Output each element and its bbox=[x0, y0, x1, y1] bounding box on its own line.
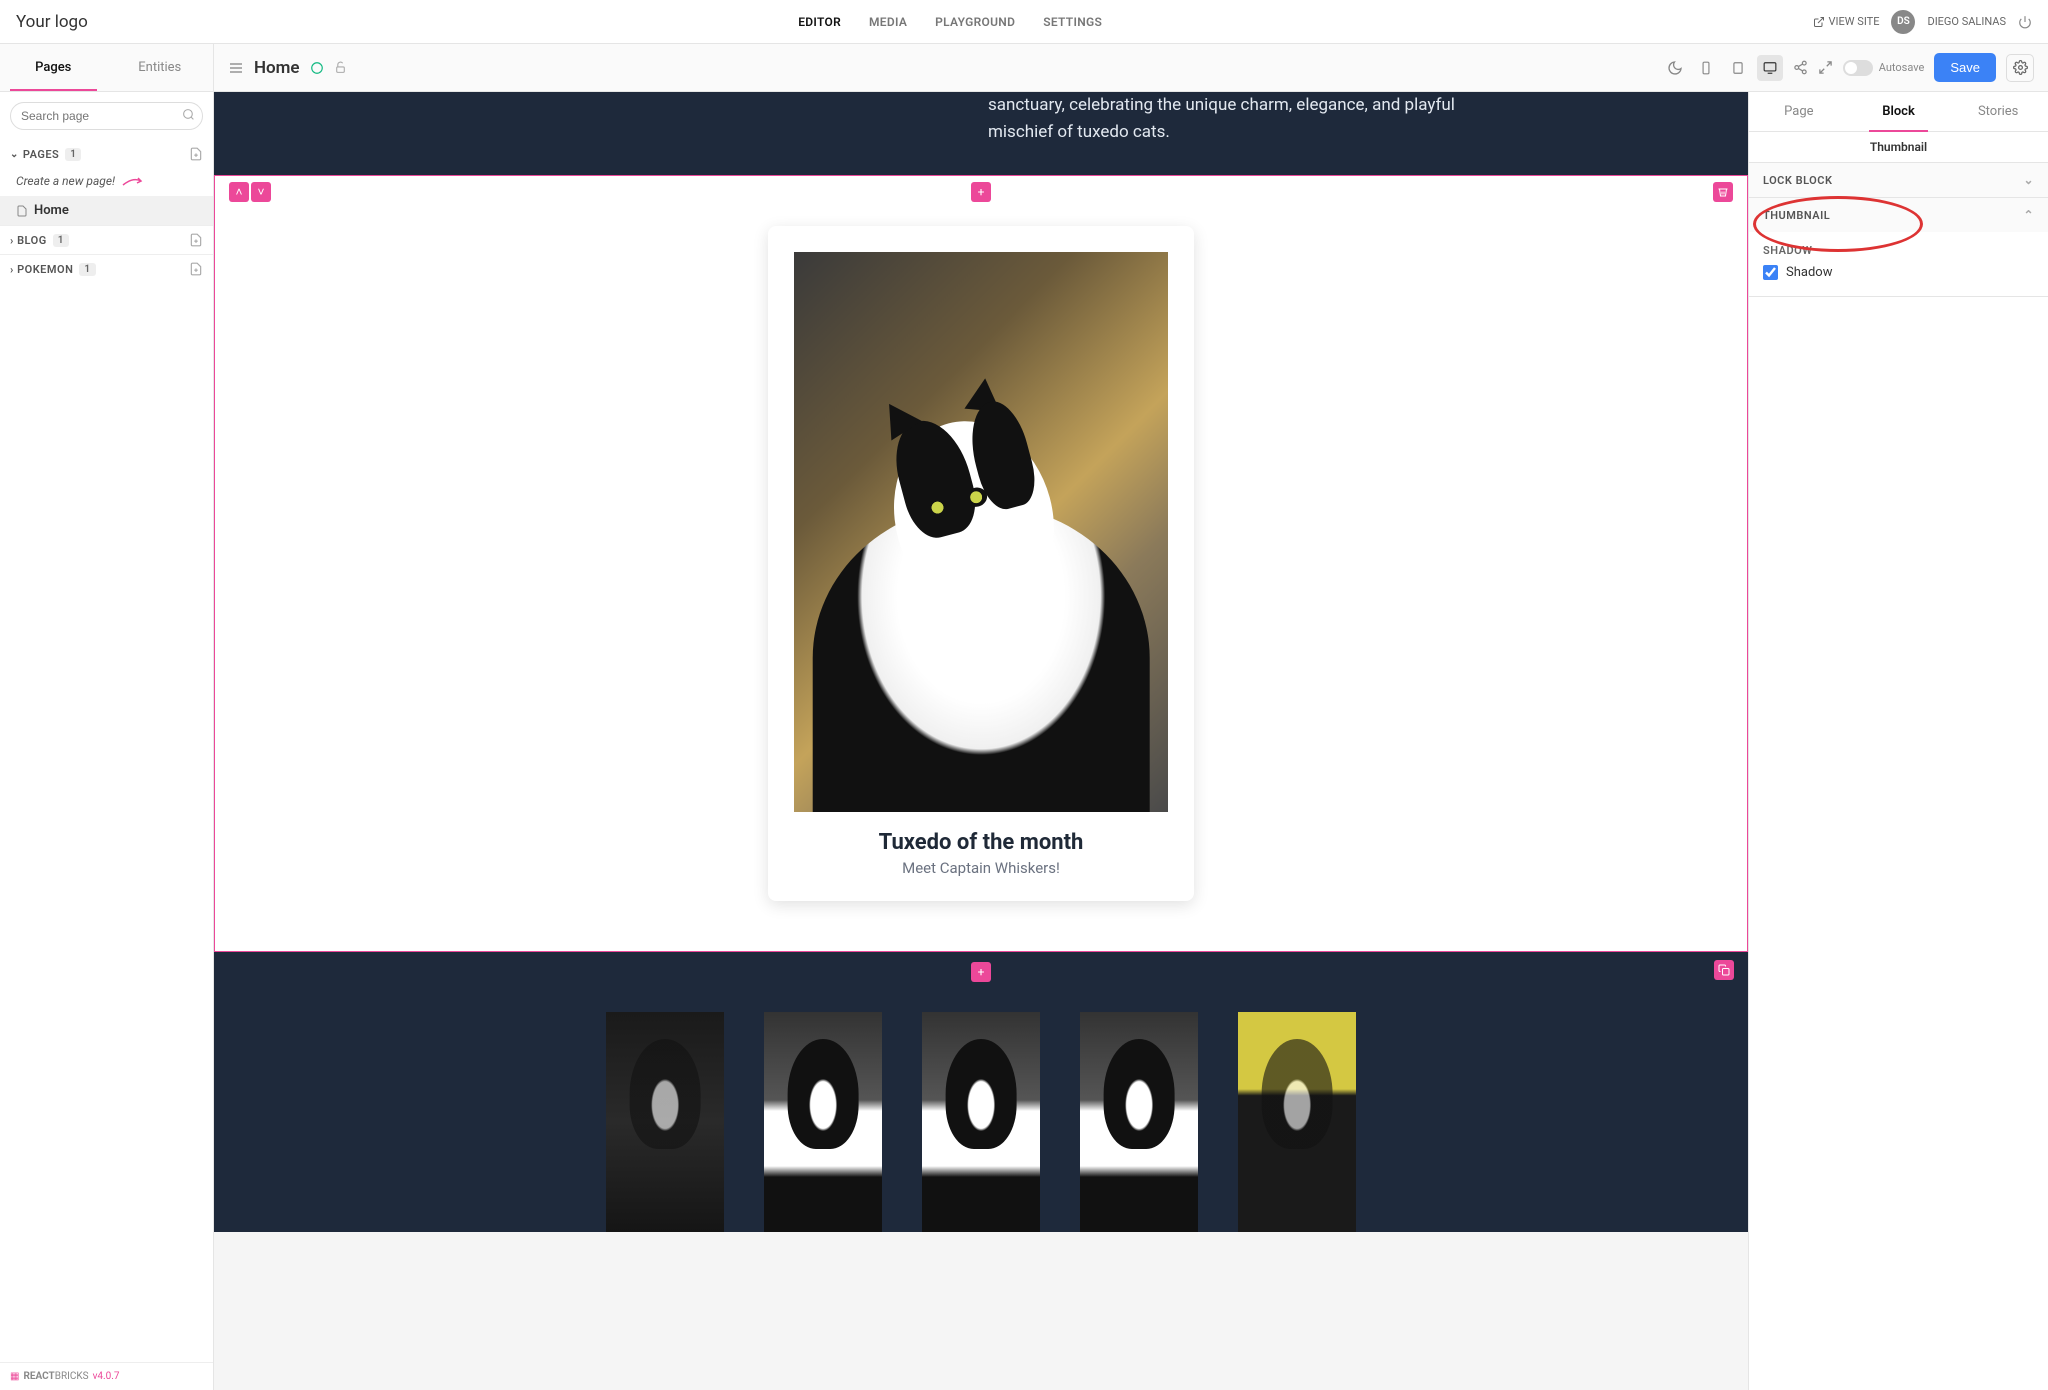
external-link-icon bbox=[1813, 16, 1825, 28]
top-nav: EDITOR MEDIA PLAYGROUND SETTINGS bbox=[88, 15, 1813, 29]
lock-open-icon bbox=[334, 61, 348, 75]
section-lock-block[interactable]: LOCK BLOCK ⌄ bbox=[1749, 163, 2048, 197]
tab-page[interactable]: Page bbox=[1749, 92, 1849, 131]
fullscreen-icon[interactable] bbox=[1818, 60, 1833, 75]
section-label: LOCK BLOCK bbox=[1763, 174, 1832, 187]
settings-gear-icon[interactable] bbox=[2006, 54, 2034, 82]
tab-block[interactable]: Block bbox=[1849, 92, 1949, 131]
tree-section-pokemon[interactable]: › POKEMON 1 bbox=[0, 254, 213, 283]
tab-entities[interactable]: Entities bbox=[107, 44, 214, 91]
thumbnail-card[interactable]: Tuxedo of the month Meet Captain Whisker… bbox=[768, 226, 1194, 901]
tab-pages[interactable]: Pages bbox=[0, 44, 107, 91]
card-image[interactable] bbox=[794, 252, 1168, 812]
tree-count: 1 bbox=[53, 234, 69, 247]
tree-count: 1 bbox=[79, 263, 95, 276]
view-site-link[interactable]: VIEW SITE bbox=[1813, 15, 1880, 28]
gallery-image[interactable] bbox=[1238, 1012, 1356, 1232]
gallery-image[interactable] bbox=[922, 1012, 1040, 1232]
hero-block[interactable]: sanctuary, celebrating the unique charm,… bbox=[214, 92, 1748, 176]
card-subtitle[interactable]: Meet Captain Whiskers! bbox=[788, 859, 1174, 877]
right-sidebar: Page Block Stories Thumbnail LOCK BLOCK … bbox=[1748, 92, 2048, 1390]
device-mobile-icon[interactable] bbox=[1693, 55, 1719, 81]
device-tablet-icon[interactable] bbox=[1725, 55, 1751, 81]
move-up-icon[interactable]: ˄ bbox=[229, 182, 249, 202]
brand-a: REACT bbox=[23, 1371, 54, 1382]
nav-media[interactable]: MEDIA bbox=[869, 15, 907, 29]
move-down-icon[interactable]: ˅ bbox=[251, 182, 271, 202]
tree-count: 1 bbox=[65, 148, 81, 161]
gallery-image[interactable] bbox=[764, 1012, 882, 1232]
search-input[interactable] bbox=[10, 102, 203, 130]
chevron-right-icon: › bbox=[10, 263, 14, 276]
section-thumbnail[interactable]: THUMBNAIL ⌃ bbox=[1749, 198, 2048, 232]
delete-block-icon[interactable] bbox=[1713, 182, 1733, 202]
theme-toggle-icon[interactable] bbox=[1667, 60, 1683, 76]
username: DIEGO SALINAS bbox=[1927, 15, 2006, 28]
chevron-up-icon: ⌃ bbox=[2023, 208, 2034, 222]
duplicate-block-icon[interactable] bbox=[1714, 960, 1734, 980]
hero-text: sanctuary, celebrating the unique charm,… bbox=[988, 92, 1508, 146]
tree-section-label: BLOG bbox=[17, 234, 47, 247]
add-page-icon[interactable] bbox=[189, 262, 203, 276]
chevron-down-icon: ⌄ bbox=[10, 149, 19, 160]
view-site-label: VIEW SITE bbox=[1829, 15, 1880, 28]
create-page-hint: Create a new page! bbox=[0, 168, 213, 196]
tree-section-label: POKEMON bbox=[17, 263, 73, 276]
card-title[interactable]: Tuxedo of the month bbox=[788, 830, 1174, 855]
shadow-label: Shadow bbox=[1786, 265, 1832, 280]
shadow-checkbox[interactable] bbox=[1763, 265, 1778, 280]
section-label: THUMBNAIL bbox=[1763, 209, 1830, 222]
page-title: Home bbox=[254, 58, 300, 78]
avatar[interactable]: DS bbox=[1891, 10, 1915, 34]
add-page-icon[interactable] bbox=[189, 147, 203, 161]
add-block-icon[interactable]: + bbox=[971, 962, 991, 982]
field-group-label: SHADOW bbox=[1763, 244, 2034, 257]
chevron-right-icon: › bbox=[10, 234, 14, 247]
tree-section-label: PAGES bbox=[23, 148, 59, 161]
canvas[interactable]: sanctuary, celebrating the unique charm,… bbox=[214, 92, 1748, 1390]
thumbnail-block[interactable]: ˄ ˅ + Tuxed bbox=[214, 175, 1748, 952]
version: v4.0.7 bbox=[93, 1371, 120, 1382]
share-icon[interactable] bbox=[1793, 60, 1808, 75]
shadow-checkbox-row[interactable]: Shadow bbox=[1763, 265, 2034, 280]
device-desktop-icon[interactable] bbox=[1757, 55, 1783, 81]
sidebar-item-home[interactable]: Home bbox=[0, 196, 213, 225]
nav-playground[interactable]: PLAYGROUND bbox=[935, 15, 1015, 29]
block-type-label: Thumbnail bbox=[1749, 132, 2048, 163]
gallery-block[interactable]: + bbox=[214, 952, 1748, 1232]
nav-editor[interactable]: EDITOR bbox=[798, 15, 841, 29]
add-page-icon[interactable] bbox=[189, 233, 203, 247]
footer-brand: ▦ REACTBRICKS v4.0.7 bbox=[0, 1362, 213, 1390]
logo: Your logo bbox=[16, 12, 88, 32]
brand-icon: ▦ bbox=[10, 1371, 19, 1382]
chevron-down-icon: ⌄ bbox=[2023, 173, 2034, 187]
save-button[interactable]: Save bbox=[1934, 53, 1996, 82]
arrow-icon bbox=[121, 175, 145, 187]
sidebar-item-label: Home bbox=[34, 203, 69, 218]
power-icon[interactable] bbox=[2018, 15, 2032, 29]
gallery-image[interactable] bbox=[606, 1012, 724, 1232]
tree-section-pages[interactable]: ⌄ PAGES 1 bbox=[0, 140, 213, 168]
nav-settings[interactable]: SETTINGS bbox=[1043, 15, 1102, 29]
page-icon bbox=[16, 205, 28, 217]
autosave-toggle[interactable] bbox=[1843, 60, 1873, 76]
hamburger-icon[interactable] bbox=[228, 60, 244, 76]
published-icon bbox=[310, 61, 324, 75]
search-icon bbox=[182, 108, 195, 121]
tab-stories[interactable]: Stories bbox=[1948, 92, 2048, 131]
add-block-icon[interactable]: + bbox=[971, 182, 991, 202]
autosave-label: Autosave bbox=[1879, 61, 1925, 74]
gallery-image[interactable] bbox=[1080, 1012, 1198, 1232]
tree-section-blog[interactable]: › BLOG 1 bbox=[0, 225, 213, 254]
brand-b: BRICKS bbox=[55, 1371, 89, 1382]
left-sidebar: ⌄ PAGES 1 Create a new page! Home › BLOG… bbox=[0, 92, 214, 1390]
hint-text: Create a new page! bbox=[16, 174, 115, 188]
